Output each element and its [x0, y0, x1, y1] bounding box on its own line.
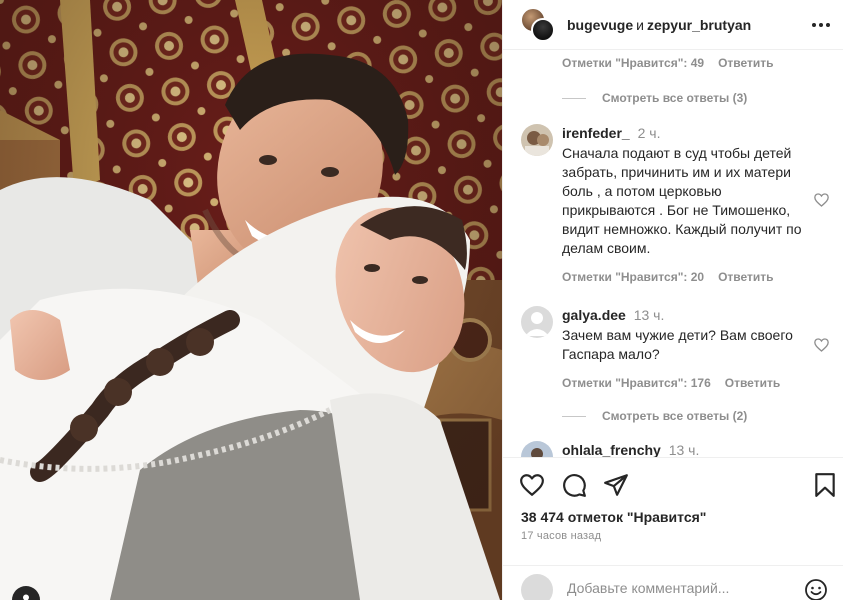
comment-time: 13 ч. — [668, 442, 700, 457]
photo-image — [0, 0, 502, 600]
reply-button[interactable]: Ответить — [725, 376, 780, 390]
avatar[interactable] — [521, 306, 553, 338]
post-actions: 38 474 отметок "Нравится" 17 часов назад — [503, 457, 843, 581]
author-avatars[interactable] — [521, 7, 555, 42]
comment-item: irenfeder_ 2 ч. Сначала подают в суд что… — [521, 124, 831, 284]
comment-input[interactable] — [567, 580, 787, 596]
comment-text: Сначала подают в суд чтобы детей забрать… — [562, 145, 802, 256]
comment-item: galya.dee 13 ч. Зачем вам чужие дети? Ва… — [521, 306, 831, 390]
view-replies-label: Смотреть все ответы (3) — [602, 91, 748, 105]
comment-time: 13 ч. — [633, 307, 665, 323]
add-comment-bar — [503, 565, 843, 600]
view-replies-button[interactable]: Смотреть все ответы (3) — [562, 91, 747, 105]
author-username[interactable]: zepyur_brutyan — [647, 17, 751, 33]
view-replies-button[interactable]: Смотреть все ответы (2) — [562, 409, 747, 423]
divider — [562, 415, 586, 417]
comment-text: Зачем вам чужие дети? Вам своего Гаспара… — [562, 327, 793, 362]
comment-meta: Отметки "Нравится": 176 Ответить — [562, 376, 831, 390]
avatar[interactable] — [521, 441, 553, 457]
post-timestamp: 17 часов назад — [521, 530, 602, 542]
likes-count[interactable]: 38 474 отметок "Нравится" — [521, 509, 706, 525]
reply-button[interactable]: Ответить — [718, 270, 773, 284]
post-authors: bugevuge и zepyur_brutyan — [567, 17, 751, 33]
reply-button[interactable]: Ответить — [718, 56, 773, 70]
comment-meta: Отметки "Нравится": 49 Ответить — [562, 56, 774, 70]
comment-likes[interactable]: Отметки "Нравится": 49 — [562, 56, 704, 70]
comment-time: 2 ч. — [637, 125, 661, 141]
author-conjunction: и — [636, 16, 644, 33]
post-photo[interactable] — [0, 0, 502, 600]
post-sidebar: bugevuge и zepyur_brutyan Отметки "Нравитс… — [502, 0, 843, 600]
comment-likes[interactable]: Отметки "Нравится": 176 — [562, 376, 711, 390]
bookmark-icon[interactable] — [812, 472, 838, 498]
avatar[interactable] — [531, 17, 555, 42]
comment-username[interactable]: galya.dee — [562, 307, 626, 323]
like-comment-icon[interactable] — [813, 337, 830, 353]
divider — [562, 97, 586, 99]
share-icon[interactable] — [603, 472, 629, 498]
comment-icon[interactable] — [561, 472, 587, 498]
comment-meta: Отметки "Нравится": 20 Ответить — [562, 270, 831, 284]
comment-username[interactable]: ohlala_frenchy — [562, 442, 661, 457]
comment-likes[interactable]: Отметки "Нравится": 20 — [562, 270, 704, 284]
heart-icon[interactable] — [519, 472, 545, 498]
post-header: bugevuge и zepyur_brutyan — [503, 0, 843, 50]
avatar — [521, 574, 553, 600]
emoji-icon[interactable] — [804, 578, 828, 600]
author-username[interactable]: bugevuge — [567, 17, 633, 33]
comment-username[interactable]: irenfeder_ — [562, 125, 630, 141]
view-replies-label: Смотреть все ответы (2) — [602, 409, 748, 423]
like-comment-icon[interactable] — [813, 192, 830, 208]
comments-list[interactable]: Отметки "Нравится": 49 Ответить Смотреть… — [503, 50, 843, 457]
avatar[interactable] — [521, 124, 553, 156]
more-horizontal-icon[interactable] — [812, 17, 832, 33]
comment-item: ohlala_frenchy 13 ч. — [521, 441, 831, 457]
